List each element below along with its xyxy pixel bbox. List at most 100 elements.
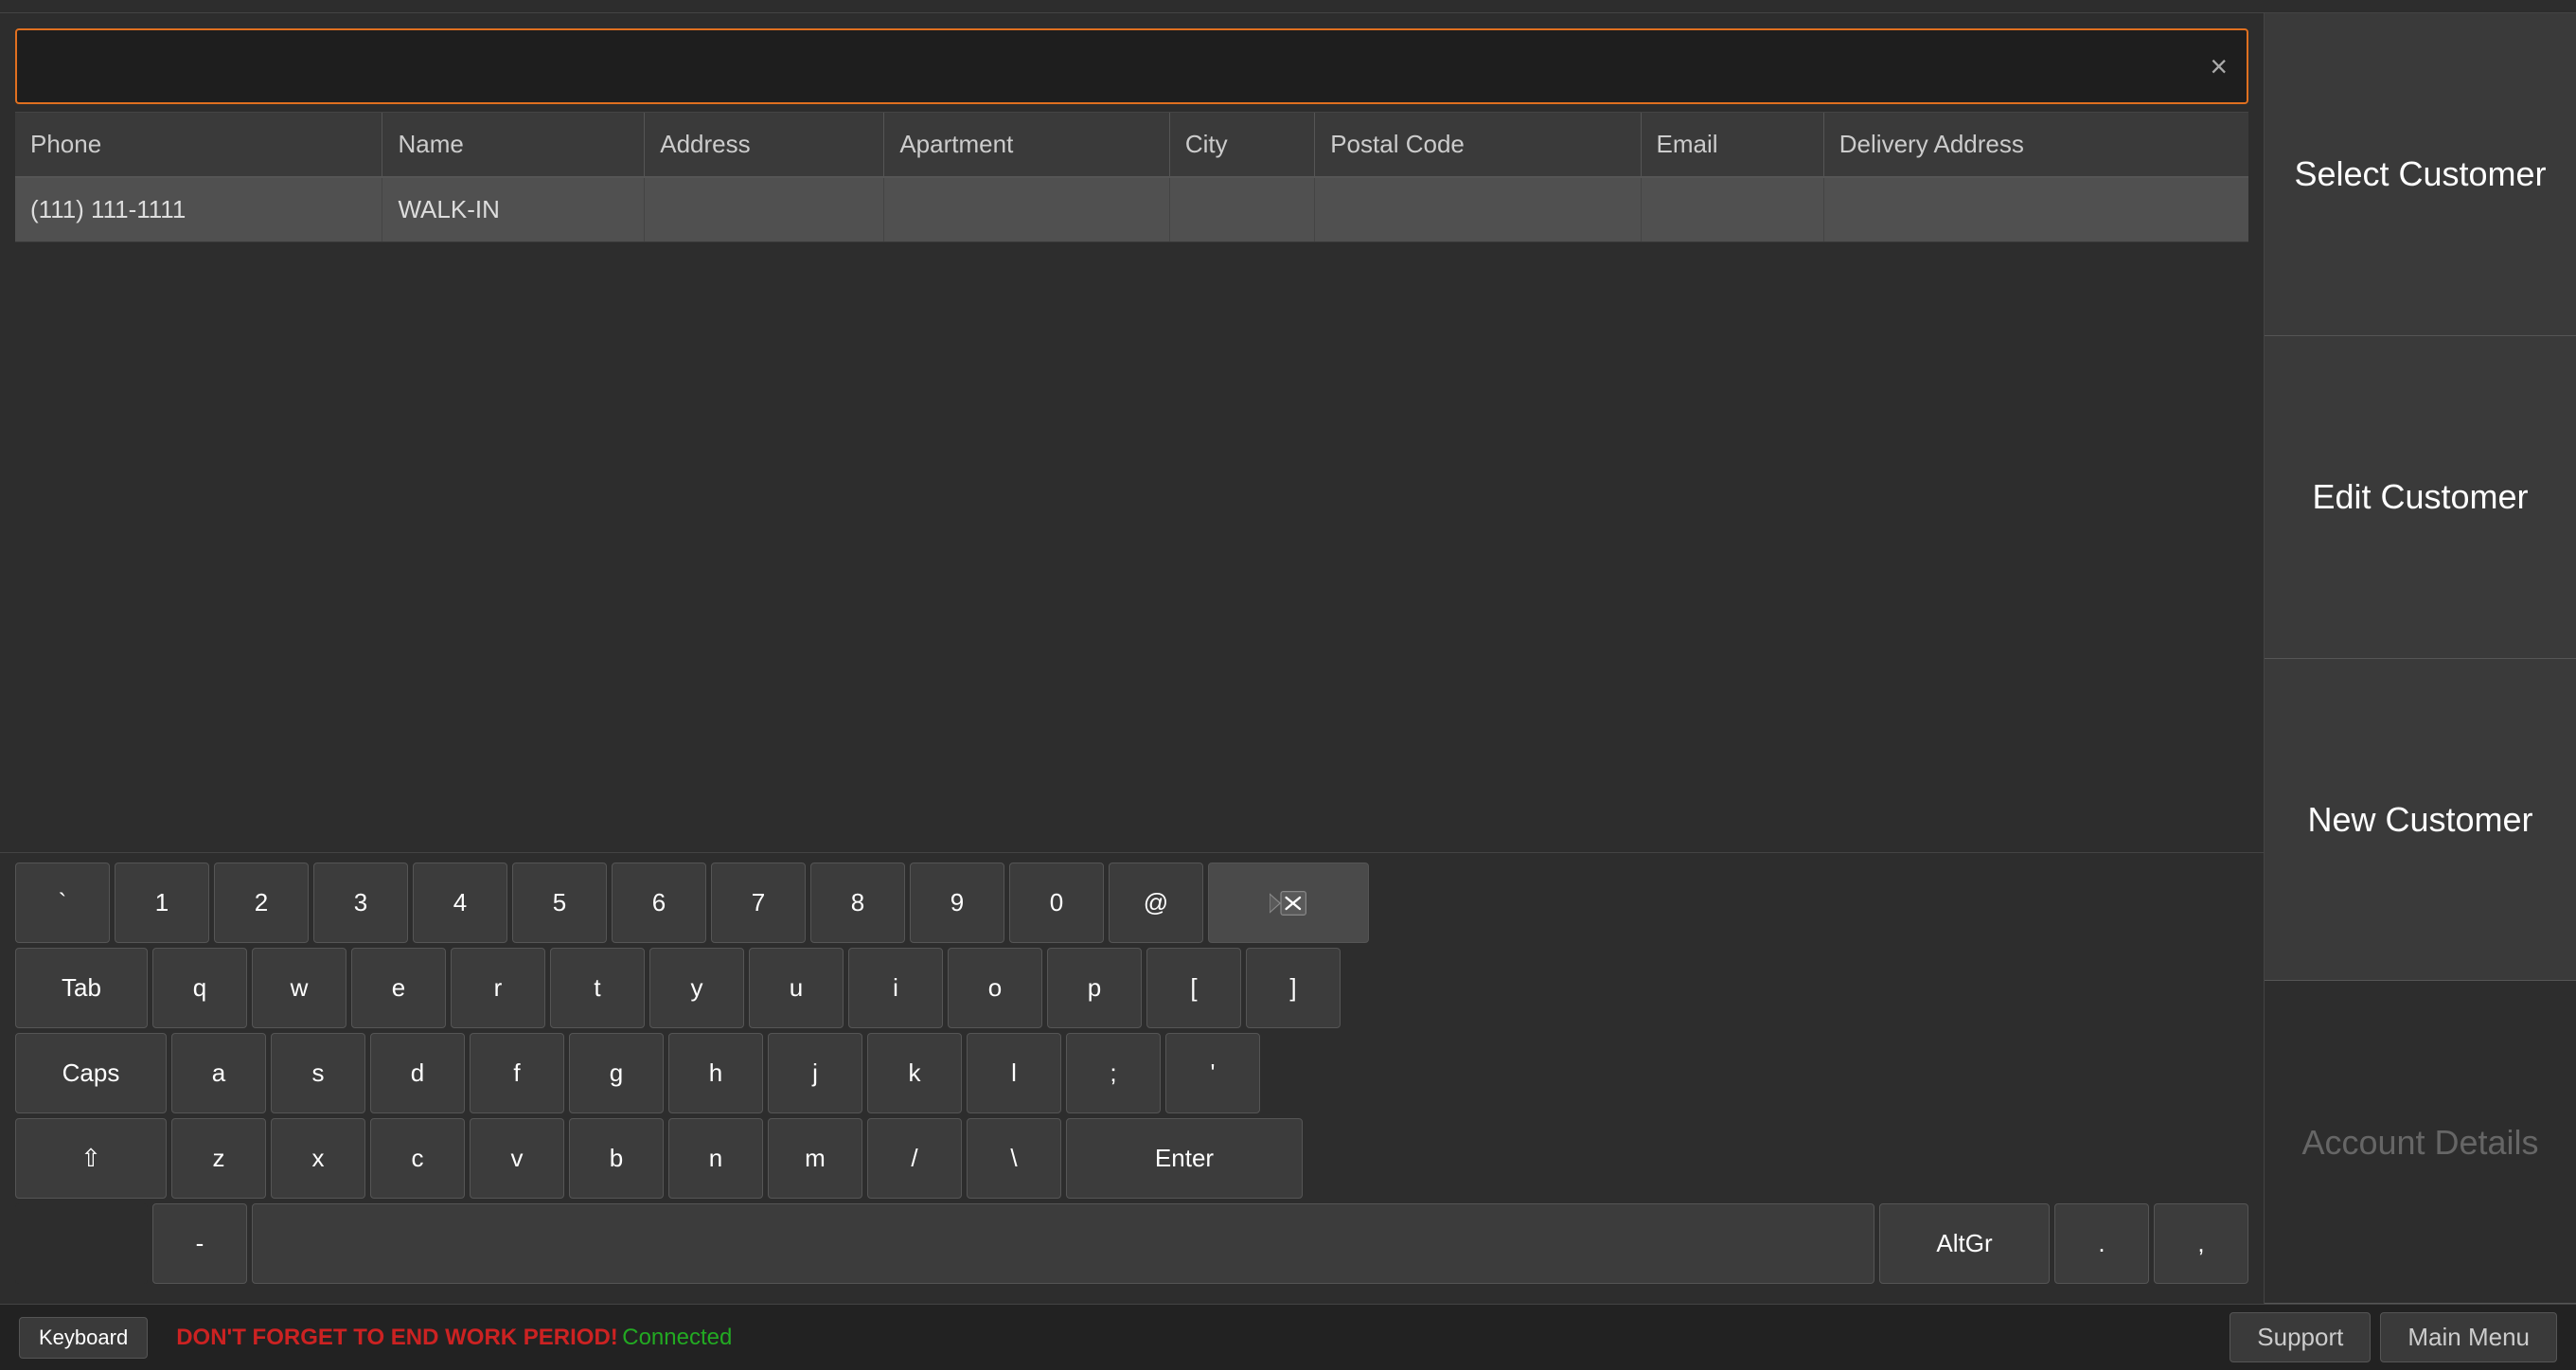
key-v[interactable]: v	[470, 1118, 564, 1199]
key-altgr[interactable]: AltGr	[1879, 1203, 2050, 1284]
key-at[interactable]: @	[1109, 863, 1203, 943]
select-customer-button[interactable]: Select Customer	[2265, 13, 2576, 336]
key-c[interactable]: c	[370, 1118, 465, 1199]
cell-name: WALK-IN	[382, 177, 645, 242]
search-bar-container: ×	[0, 13, 2264, 112]
key-r[interactable]: r	[451, 948, 545, 1028]
key-space[interactable]	[252, 1203, 1874, 1284]
cell-address	[645, 177, 884, 242]
key-backslash[interactable]: \	[967, 1118, 1061, 1199]
key-i[interactable]: i	[848, 948, 943, 1028]
key-1[interactable]: 1	[115, 863, 209, 943]
customer-table: Phone Name Address Apartment City Postal…	[15, 113, 2248, 242]
col-apartment: Apartment	[884, 113, 1170, 177]
left-panel: × Phone Name Address Apartment City Post…	[0, 13, 2264, 1304]
key-g[interactable]: g	[569, 1033, 664, 1113]
key-dash[interactable]: -	[152, 1203, 247, 1284]
key-d[interactable]: d	[370, 1033, 465, 1113]
cell-postal-code	[1315, 177, 1641, 242]
key-a[interactable]: a	[171, 1033, 266, 1113]
key-period[interactable]: .	[2054, 1203, 2149, 1284]
new-customer-button[interactable]: New Customer	[2265, 659, 2576, 982]
keyboard-container: ` 1 2 3 4 5 6 7 8 9 0 @	[0, 852, 2264, 1304]
support-button[interactable]: Support	[2230, 1312, 2371, 1362]
edit-customer-button[interactable]: Edit Customer	[2265, 336, 2576, 659]
col-email: Email	[1641, 113, 1823, 177]
cell-email	[1641, 177, 1823, 242]
keyboard-row-zxcv: ⇧ z x c v b n m / \ Enter	[15, 1118, 2248, 1199]
key-bracket-open[interactable]: [	[1146, 948, 1241, 1028]
key-q[interactable]: q	[152, 948, 247, 1028]
key-m[interactable]: m	[768, 1118, 862, 1199]
table-container: Phone Name Address Apartment City Postal…	[15, 112, 2248, 852]
search-bar: ×	[15, 28, 2248, 104]
cell-apartment	[884, 177, 1170, 242]
right-sidebar: Select Customer Edit Customer New Custom…	[2264, 13, 2576, 1304]
warning-text: DON'T FORGET TO END WORK PERIOD!	[176, 1325, 618, 1350]
key-y[interactable]: y	[649, 948, 744, 1028]
col-postal-code: Postal Code	[1315, 113, 1641, 177]
col-city: City	[1169, 113, 1314, 177]
key-3[interactable]: 3	[313, 863, 408, 943]
cell-phone: (111) 111-1111	[15, 177, 382, 242]
col-phone: Phone	[15, 113, 382, 177]
key-l[interactable]: l	[967, 1033, 1061, 1113]
key-enter[interactable]: Enter	[1066, 1118, 1303, 1199]
key-comma[interactable]: ,	[2154, 1203, 2248, 1284]
key-o[interactable]: o	[948, 948, 1042, 1028]
key-s[interactable]: s	[271, 1033, 365, 1113]
key-8[interactable]: 8	[810, 863, 905, 943]
key-9[interactable]: 9	[910, 863, 1004, 943]
bottom-right: Support Main Menu	[2230, 1312, 2557, 1362]
key-t[interactable]: t	[550, 948, 645, 1028]
key-p[interactable]: p	[1047, 948, 1142, 1028]
key-x[interactable]: x	[271, 1118, 365, 1199]
top-bar	[0, 0, 2576, 13]
key-bottom-left-empty	[15, 1203, 148, 1284]
key-backtick[interactable]: `	[15, 863, 110, 943]
key-slash[interactable]: /	[867, 1118, 962, 1199]
key-bracket-close[interactable]: ]	[1246, 948, 1341, 1028]
key-n[interactable]: n	[668, 1118, 763, 1199]
col-delivery-address: Delivery Address	[1823, 113, 2248, 177]
key-2[interactable]: 2	[214, 863, 309, 943]
table-scroll-area[interactable]: Phone Name Address Apartment City Postal…	[15, 113, 2248, 242]
col-name: Name	[382, 113, 645, 177]
key-j[interactable]: j	[768, 1033, 862, 1113]
key-h[interactable]: h	[668, 1033, 763, 1113]
key-caps[interactable]: Caps	[15, 1033, 167, 1113]
key-tab[interactable]: Tab	[15, 948, 148, 1028]
keyboard-row-qwerty: Tab q w e r t y u i o p [ ]	[15, 948, 2248, 1028]
col-address: Address	[645, 113, 884, 177]
key-e[interactable]: e	[351, 948, 446, 1028]
backspace-icon	[1270, 889, 1307, 917]
key-shift[interactable]: ⇧	[15, 1118, 167, 1199]
key-w[interactable]: w	[252, 948, 346, 1028]
key-0[interactable]: 0	[1009, 863, 1104, 943]
key-u[interactable]: u	[749, 948, 844, 1028]
key-semicolon[interactable]: ;	[1066, 1033, 1161, 1113]
keyboard-row-asdf: Caps a s d f g h j k l ; '	[15, 1033, 2248, 1113]
search-input[interactable]	[28, 51, 2202, 81]
search-clear-button[interactable]: ×	[2202, 47, 2235, 85]
main-menu-button[interactable]: Main Menu	[2380, 1312, 2557, 1362]
key-7[interactable]: 7	[711, 863, 806, 943]
main-area: × Phone Name Address Apartment City Post…	[0, 13, 2576, 1304]
key-4[interactable]: 4	[413, 863, 507, 943]
keyboard-row-bottom: - AltGr . ,	[15, 1203, 2248, 1284]
key-k[interactable]: k	[867, 1033, 962, 1113]
key-6[interactable]: 6	[612, 863, 706, 943]
warning-message: DON'T FORGET TO END WORK PERIOD! Connect…	[176, 1325, 732, 1351]
cell-delivery-address	[1823, 177, 2248, 242]
bottom-bar: Keyboard DON'T FORGET TO END WORK PERIOD…	[0, 1304, 2576, 1370]
key-backspace[interactable]	[1208, 863, 1369, 943]
key-b[interactable]: b	[569, 1118, 664, 1199]
key-z[interactable]: z	[171, 1118, 266, 1199]
key-quote[interactable]: '	[1165, 1033, 1260, 1113]
key-5[interactable]: 5	[512, 863, 607, 943]
key-f[interactable]: f	[470, 1033, 564, 1113]
keyboard-row-numbers: ` 1 2 3 4 5 6 7 8 9 0 @	[15, 863, 2248, 943]
table-row[interactable]: (111) 111-1111WALK-IN	[15, 177, 2248, 242]
keyboard-toggle-button[interactable]: Keyboard	[19, 1317, 148, 1359]
account-details-button[interactable]: Account Details	[2265, 981, 2576, 1304]
